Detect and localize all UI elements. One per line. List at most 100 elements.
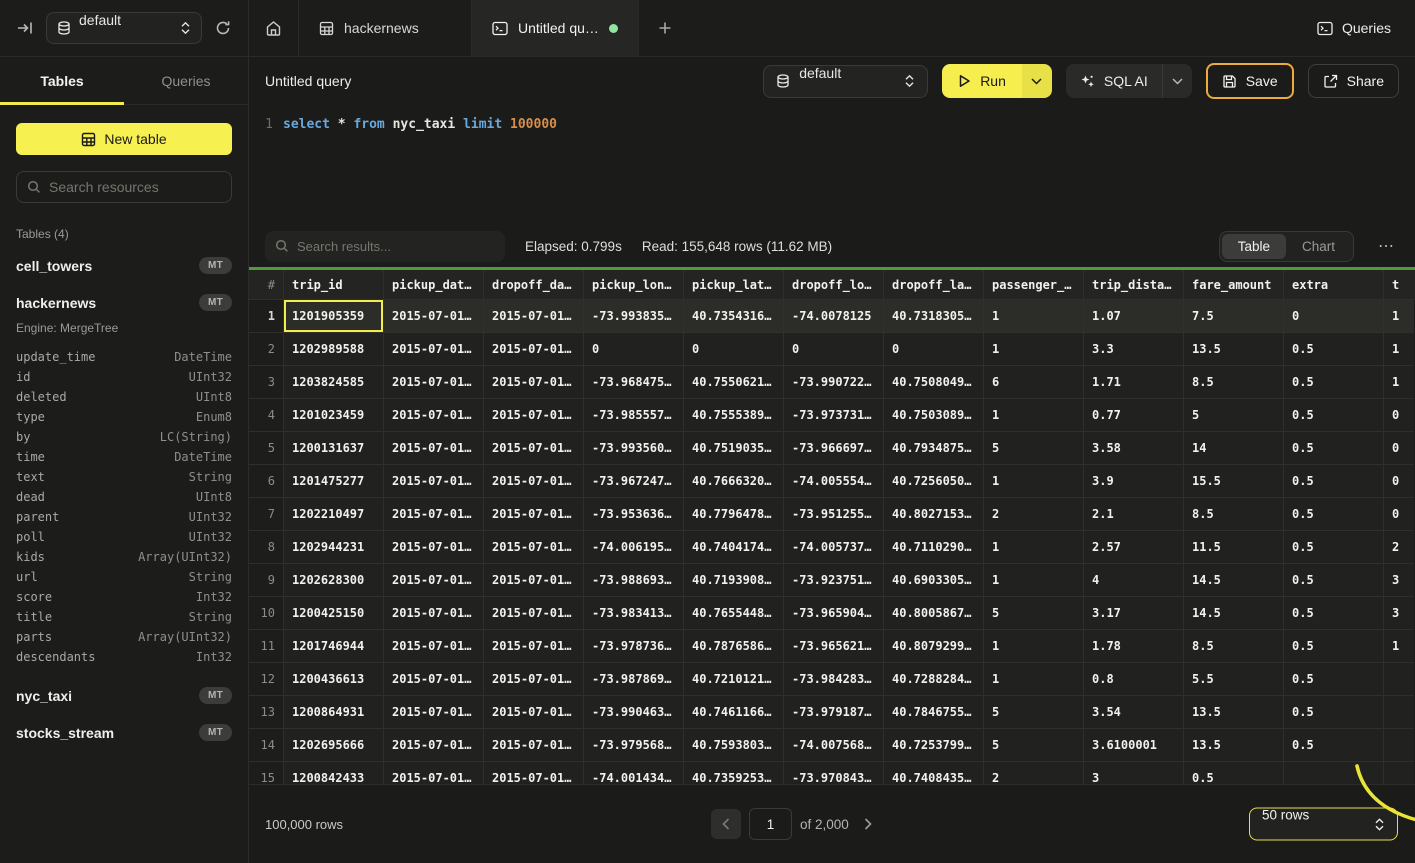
table-cell[interactable]: 1 <box>984 333 1084 366</box>
table-cell[interactable]: 1200436613 <box>284 663 384 696</box>
table-cell[interactable]: -74.007568… <box>784 729 884 762</box>
table-cell[interactable]: 40.7253799… <box>884 729 984 762</box>
table-cell[interactable]: 0.5 <box>1284 399 1384 432</box>
table-cell[interactable]: 2015-07-01… <box>484 531 584 564</box>
table-cell[interactable]: 1 <box>984 399 1084 432</box>
table-cell[interactable]: 40.7519035… <box>684 432 784 465</box>
table-cell[interactable]: 13.5 <box>1184 333 1284 366</box>
table-cell[interactable]: 2015-07-01… <box>484 762 584 784</box>
table-cell[interactable]: 0 <box>1384 498 1414 531</box>
results-search-input[interactable] <box>297 239 495 254</box>
table-item-nyc-taxi[interactable]: nyc_taxi MT <box>0 677 248 714</box>
table-cell[interactable]: 5.5 <box>1184 663 1284 696</box>
table-cell[interactable]: 7.5 <box>1184 300 1284 333</box>
column-header[interactable]: extra <box>1284 270 1384 300</box>
table-cell[interactable]: 8.5 <box>1184 498 1284 531</box>
table-cell[interactable]: 2.1 <box>1084 498 1184 531</box>
table-cell[interactable]: 40.7508049… <box>884 366 984 399</box>
table-cell[interactable]: -73.993835… <box>584 300 684 333</box>
resource-search[interactable] <box>16 171 232 203</box>
table-cell[interactable]: 3 <box>1384 597 1414 630</box>
table-cell[interactable] <box>1384 729 1414 762</box>
sidebar-database-selector[interactable]: default <box>46 12 202 44</box>
table-cell[interactable]: -73.985557… <box>584 399 684 432</box>
table-cell[interactable]: 2 <box>984 498 1084 531</box>
page-number-input[interactable] <box>749 808 792 840</box>
table-cell[interactable]: 2015-07-01… <box>384 762 484 784</box>
table-cell[interactable]: -73.951255… <box>784 498 884 531</box>
table-cell[interactable]: 1.71 <box>1084 366 1184 399</box>
table-cell[interactable]: 2015-07-01… <box>384 564 484 597</box>
table-cell[interactable]: 5 <box>984 729 1084 762</box>
table-cell[interactable]: 5 <box>984 432 1084 465</box>
row-number-cell[interactable]: 11 <box>249 630 284 663</box>
table-cell[interactable]: -74.006195… <box>584 531 684 564</box>
table-cell[interactable]: 3.17 <box>1084 597 1184 630</box>
table-cell[interactable]: 40.8027153… <box>884 498 984 531</box>
table-cell[interactable]: 40.7110290… <box>884 531 984 564</box>
table-cell[interactable]: 40.7193908… <box>684 564 784 597</box>
table-cell[interactable]: 0 <box>684 333 784 366</box>
table-cell[interactable]: -73.968475… <box>584 366 684 399</box>
table-cell[interactable]: -74.001434… <box>584 762 684 784</box>
row-number-cell[interactable]: 8 <box>249 531 284 564</box>
table-cell[interactable]: 0 <box>1384 465 1414 498</box>
sidebar-tab-queries[interactable]: Queries <box>124 57 248 104</box>
table-cell[interactable]: 2015-07-01… <box>384 498 484 531</box>
table-cell[interactable]: 2015-07-01… <box>384 531 484 564</box>
table-cell[interactable]: 2015-07-01… <box>484 432 584 465</box>
column-header[interactable]: pickup_lon… <box>584 270 684 300</box>
share-button[interactable]: Share <box>1308 64 1399 98</box>
table-cell[interactable]: 1 <box>984 564 1084 597</box>
sql-ai-options-button[interactable] <box>1162 64 1192 98</box>
row-number-cell[interactable]: 13 <box>249 696 284 729</box>
table-cell[interactable]: 2015-07-01… <box>484 663 584 696</box>
table-cell[interactable]: 40.7846755… <box>884 696 984 729</box>
table-cell[interactable]: 2015-07-01… <box>484 630 584 663</box>
new-tab-button[interactable] <box>639 0 691 56</box>
table-cell[interactable]: 0.5 <box>1284 597 1384 630</box>
table-cell[interactable]: 1 <box>984 531 1084 564</box>
query-database-selector[interactable]: default <box>763 65 928 98</box>
table-cell[interactable]: 1 <box>984 663 1084 696</box>
column-header[interactable]: trip_dista… <box>1084 270 1184 300</box>
table-cell[interactable]: 5 <box>1184 399 1284 432</box>
table-cell[interactable]: 0.5 <box>1284 432 1384 465</box>
table-item-cell-towers[interactable]: cell_towers MT <box>0 247 248 284</box>
table-cell[interactable]: 6 <box>984 366 1084 399</box>
table-cell[interactable]: 0.5 <box>1284 630 1384 663</box>
run-button[interactable]: Run <box>942 64 1022 98</box>
table-cell[interactable]: 1200131637 <box>284 432 384 465</box>
table-cell[interactable]: 2015-07-01… <box>384 333 484 366</box>
table-cell[interactable]: 0.77 <box>1084 399 1184 432</box>
row-number-cell[interactable]: 2 <box>249 333 284 366</box>
table-cell[interactable]: -73.979568… <box>584 729 684 762</box>
row-number-cell[interactable]: 1 <box>249 300 284 333</box>
table-cell[interactable]: 1 <box>1384 300 1414 333</box>
table-cell[interactable]: -73.983413… <box>584 597 684 630</box>
table-cell[interactable]: 1202628300 <box>284 564 384 597</box>
table-cell[interactable]: 0 <box>1384 432 1414 465</box>
view-toggle-table[interactable]: Table <box>1222 234 1286 259</box>
column-header[interactable]: dropoff_da… <box>484 270 584 300</box>
table-cell[interactable]: -74.005737… <box>784 531 884 564</box>
refresh-button[interactable] <box>210 15 236 41</box>
table-cell[interactable]: 0 <box>784 333 884 366</box>
table-cell[interactable]: 8.5 <box>1184 366 1284 399</box>
run-options-button[interactable] <box>1022 64 1052 98</box>
table-cell[interactable]: 2015-07-01… <box>484 696 584 729</box>
table-cell[interactable]: 40.7503089… <box>884 399 984 432</box>
table-cell[interactable]: 2015-07-01… <box>384 696 484 729</box>
table-cell[interactable]: 0 <box>1284 300 1384 333</box>
table-cell[interactable]: 2015-07-01… <box>484 498 584 531</box>
table-item-stocks-stream[interactable]: stocks_stream MT <box>0 714 248 751</box>
table-cell[interactable]: 14.5 <box>1184 597 1284 630</box>
table-cell[interactable]: 2015-07-01… <box>384 630 484 663</box>
table-cell[interactable] <box>1284 762 1384 784</box>
table-cell[interactable]: 1 <box>1384 333 1414 366</box>
table-cell[interactable]: 40.7876586… <box>684 630 784 663</box>
table-cell[interactable]: 40.7359253… <box>684 762 784 784</box>
table-cell[interactable]: 2015-07-01… <box>484 597 584 630</box>
table-cell[interactable]: -73.966697… <box>784 432 884 465</box>
row-number-cell[interactable]: 4 <box>249 399 284 432</box>
